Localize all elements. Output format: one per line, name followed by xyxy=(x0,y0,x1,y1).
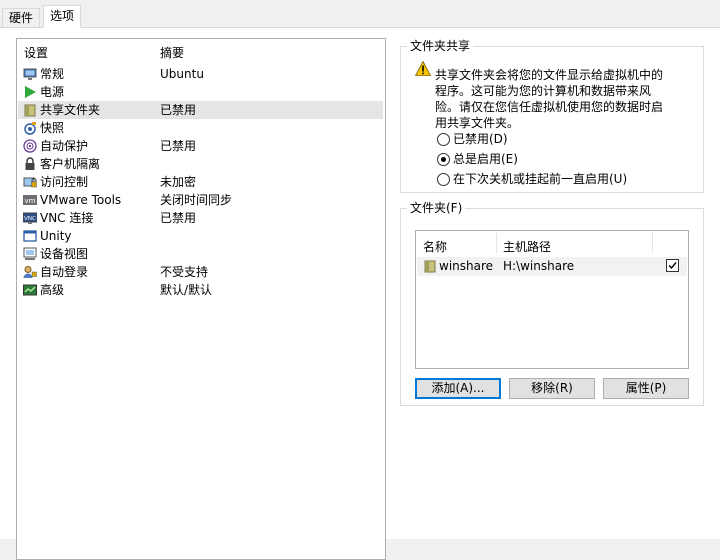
folder-enabled-checkbox[interactable] xyxy=(666,259,679,272)
settings-list-header: 设置 摘要 xyxy=(17,39,385,61)
tab-options[interactable]: 选项 xyxy=(43,5,82,28)
settings-row-label: 访问控制 xyxy=(40,175,89,189)
monitor-icon xyxy=(23,68,37,80)
shared-folder-icon xyxy=(424,260,436,273)
column-divider[interactable] xyxy=(496,233,497,253)
device-view-icon xyxy=(23,247,37,260)
settings-row-label: 高级 xyxy=(40,283,65,297)
settings-row-vnc[interactable]: VNC VNC 连接 已禁用 xyxy=(18,209,383,227)
folder-name: winshare xyxy=(439,259,494,273)
radio-button[interactable] xyxy=(437,173,450,186)
snapshot-icon xyxy=(24,122,36,135)
settings-row-label: 设备视图 xyxy=(40,247,89,261)
settings-row-general[interactable]: 常规 Ubuntu xyxy=(18,65,383,83)
unity-icon xyxy=(23,230,37,242)
vmware-tools-icon: vm xyxy=(23,195,37,205)
tab-bar: 硬件 选项 xyxy=(0,0,720,28)
settings-row-vmware-tools[interactable]: vm VMware Tools 关闭时间同步 xyxy=(18,191,383,209)
settings-row-summary: 已禁用 xyxy=(160,139,197,153)
column-header-name[interactable]: 名称 xyxy=(423,238,447,255)
settings-row-label: Unity xyxy=(40,229,72,243)
power-play-icon xyxy=(25,86,36,98)
remove-button[interactable]: 移除(R) xyxy=(509,378,595,399)
lock-icon xyxy=(25,157,35,170)
folder-sharing-warning: 共享文件夹会将您的文件显示给虚拟机中的程序。这可能为您的计算机和数据带来风险。请… xyxy=(435,68,664,130)
settings-row-summary: 关闭时间同步 xyxy=(160,193,233,207)
radio-selected-dot xyxy=(441,157,446,162)
settings-row-label: 共享文件夹 xyxy=(40,103,101,117)
settings-row-label: 自动保护 xyxy=(40,139,89,153)
folder-sharing-title: 文件夹共享 xyxy=(407,39,474,53)
vnc-icon: VNC xyxy=(23,212,37,224)
settings-row-device-view[interactable]: 设备视图 xyxy=(18,245,383,263)
radio-button[interactable] xyxy=(437,153,450,166)
settings-row-label: 快照 xyxy=(40,121,65,135)
autologin-icon xyxy=(23,266,37,278)
svg-text:VNC: VNC xyxy=(24,216,36,222)
access-control-icon xyxy=(23,177,37,188)
folder-row[interactable]: winshare H:\winshare xyxy=(417,257,687,276)
folders-list[interactable]: 名称 主机路径 winshare H:\winshare xyxy=(415,230,689,369)
settings-row-shared-folders[interactable]: 共享文件夹 已禁用 xyxy=(18,101,383,119)
settings-row-summary: 未加密 xyxy=(160,175,197,189)
settings-row-summary: 已禁用 xyxy=(160,211,197,225)
options-panel: 设置 摘要 常规 Ubuntu 电源 共享文件夹 已禁用 快照 自动保护 已禁用… xyxy=(0,28,720,560)
column-header-summary[interactable]: 摘要 xyxy=(160,44,184,61)
column-header-settings[interactable]: 设置 xyxy=(24,44,48,61)
advanced-icon xyxy=(23,284,37,296)
radio-button[interactable] xyxy=(437,133,450,146)
settings-row-label: 客户机隔离 xyxy=(40,157,101,171)
settings-row-label: 自动登录 xyxy=(40,265,89,279)
settings-row-summary: 默认/默认 xyxy=(160,283,213,297)
column-divider[interactable] xyxy=(652,233,653,253)
checkmark-icon xyxy=(668,262,677,270)
settings-row-unity[interactable]: Unity xyxy=(18,227,383,245)
autoprotect-icon xyxy=(23,139,37,153)
folders-title: 文件夹(F) xyxy=(407,201,466,215)
settings-row-label: 电源 xyxy=(40,85,65,99)
folder-sharing-group: 文件夹共享 共享文件夹会将您的文件显示给虚拟机中的程序。这可能为您的计算机和数据… xyxy=(400,39,704,193)
svg-text:vm: vm xyxy=(25,197,36,205)
warning-icon xyxy=(415,61,431,76)
settings-row-autoprotect[interactable]: 自动保护 已禁用 xyxy=(18,137,383,155)
settings-row-label: VMware Tools xyxy=(40,193,122,207)
folders-group: 文件夹(F) 名称 主机路径 winshare H:\winshare 添加(A… xyxy=(400,201,704,406)
settings-row-access-control[interactable]: 访问控制 未加密 xyxy=(18,173,383,191)
shared-folder-icon xyxy=(24,104,36,117)
radio-label: 已禁用(D) xyxy=(453,132,508,146)
settings-row-advanced[interactable]: 高级 默认/默认 xyxy=(18,281,383,299)
add-button[interactable]: 添加(A)... xyxy=(415,378,501,399)
settings-row-label: 常规 xyxy=(40,67,65,81)
settings-row-summary: Ubuntu xyxy=(160,67,204,81)
radio-label: 总是启用(E) xyxy=(453,152,518,166)
settings-row-autologin[interactable]: 自动登录 不受支持 xyxy=(18,263,383,281)
column-header-host-path[interactable]: 主机路径 xyxy=(503,238,551,255)
settings-row-guest-isolation[interactable]: 客户机隔离 xyxy=(18,155,383,173)
properties-button[interactable]: 属性(P) xyxy=(603,378,689,399)
settings-row-power[interactable]: 电源 xyxy=(18,83,383,101)
settings-row-summary: 不受支持 xyxy=(160,265,209,279)
settings-row-label: VNC 连接 xyxy=(40,211,94,225)
settings-row-snapshots[interactable]: 快照 xyxy=(18,119,383,137)
tab-hardware[interactable]: 硬件 xyxy=(2,8,41,27)
folder-host-path: H:\winshare xyxy=(503,259,575,273)
settings-row-summary: 已禁用 xyxy=(160,103,197,117)
settings-list[interactable]: 设置 摘要 常规 Ubuntu 电源 共享文件夹 已禁用 快照 自动保护 已禁用… xyxy=(16,38,386,560)
radio-label: 在下次关机或挂起前一直启用(U) xyxy=(453,172,628,186)
